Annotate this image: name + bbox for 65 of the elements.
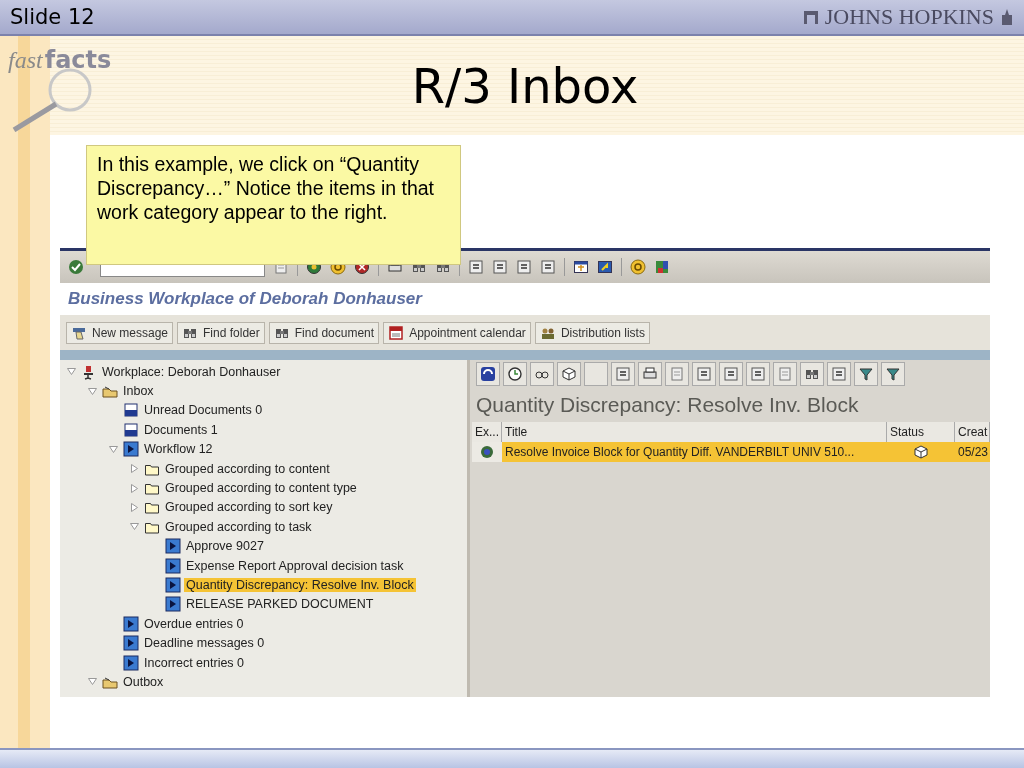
play-icon[interactable] (165, 596, 181, 613)
collapse-toggle-icon[interactable] (129, 522, 139, 532)
toolbar-icon[interactable] (516, 259, 532, 275)
toolbar-icon[interactable] (492, 259, 508, 275)
tree-item[interactable]: RELEASE PARKED DOCUMENT (184, 597, 376, 612)
toolbar-button[interactable]: Find document (268, 321, 380, 344)
tree-item[interactable]: Expense Report Approval decision task (184, 558, 406, 573)
tree-item[interactable]: Grouped according to content type (163, 481, 359, 496)
toolbar-button[interactable]: Distribution lists (534, 321, 650, 344)
slide-title: R/3 Inbox (411, 57, 639, 114)
logo-text: fast (8, 47, 43, 74)
check-icon[interactable] (68, 259, 84, 275)
gate-icon (802, 9, 819, 25)
tree-item[interactable]: Inbox (121, 384, 156, 399)
toolbar-button[interactable]: New message (66, 321, 174, 344)
callout-tooltip: In this example, we click on “Quantity Discrepancy…” Notice the items in that work category appear to the right. (86, 145, 461, 265)
window-icon[interactable] (573, 259, 589, 275)
collapse-toggle-icon[interactable] (66, 367, 76, 377)
toolbar-icon[interactable] (540, 259, 556, 275)
column-header[interactable]: Creat (955, 422, 990, 442)
toolbar-button[interactable]: Find folder (177, 321, 265, 344)
tree-item[interactable]: Documents 1 (142, 422, 220, 437)
cube-icon[interactable] (913, 444, 929, 460)
toolbar-button[interactable]: Appointment calendar (383, 321, 531, 344)
table-cell[interactable]: Resolve Invoice Block for Quantity Diff. VANDERBILT UNIV 510... (502, 442, 887, 462)
tree-item[interactable]: Incorrect entries 0 (142, 655, 247, 670)
play-icon[interactable] (123, 654, 139, 671)
tree-item[interactable]: Outbox (121, 674, 166, 689)
tree-item[interactable]: Grouped according to content (163, 461, 332, 476)
play-icon[interactable] (123, 635, 139, 652)
collapse-toggle-icon[interactable] (87, 677, 97, 687)
tree-item[interactable]: Approve 9027 (184, 539, 266, 554)
document-icon[interactable] (123, 421, 139, 438)
play-icon[interactable] (123, 615, 139, 632)
column-header[interactable]: Status (887, 422, 955, 442)
expand-toggle-icon[interactable] (129, 464, 139, 474)
collapse-toggle-icon[interactable] (108, 444, 118, 454)
tree-item[interactable]: Grouped according to task (163, 519, 314, 534)
column-header[interactable]: Title (502, 422, 887, 442)
logo-text: facts (44, 46, 112, 74)
tree-item[interactable]: Grouped according to sort key (163, 500, 335, 515)
collapse-toggle-icon[interactable] (87, 386, 97, 396)
tree-item[interactable]: Deadline messages 0 (142, 636, 267, 651)
list-title: Quantity Discrepancy: Resolve Inv. Block (475, 392, 860, 418)
play-icon[interactable] (165, 557, 181, 574)
document-icon[interactable] (123, 402, 139, 419)
tree-item[interactable]: Overdue entries 0 (142, 616, 246, 631)
play-icon[interactable] (123, 441, 139, 458)
play-icon[interactable] (165, 538, 181, 555)
brand-name: JOHNS HOPKINS (824, 4, 994, 30)
screen-title: Business Workplace of Deborah Donhauser (60, 283, 990, 315)
tree-item[interactable]: Unread Documents 0 (142, 403, 265, 418)
calendar-icon[interactable] (388, 324, 405, 341)
expand-toggle-icon[interactable] (129, 483, 139, 493)
tree-item[interactable]: Workplace: Deborah Donhauser (100, 364, 283, 379)
dome-icon (1000, 8, 1014, 26)
toolbar-icon[interactable] (468, 259, 484, 275)
column-header[interactable]: Ex... (472, 422, 502, 442)
window-icon[interactable] (597, 259, 613, 275)
slide-number: Slide 12 (10, 5, 95, 29)
tree-item[interactable]: Workflow 12 (142, 442, 215, 457)
expand-toggle-icon[interactable] (129, 502, 139, 512)
layout-icon[interactable] (654, 259, 670, 275)
tree-item[interactable]: Quantity Discrepancy: Resolve Inv. Block (184, 578, 416, 592)
table-cell: 05/23 (955, 442, 990, 462)
